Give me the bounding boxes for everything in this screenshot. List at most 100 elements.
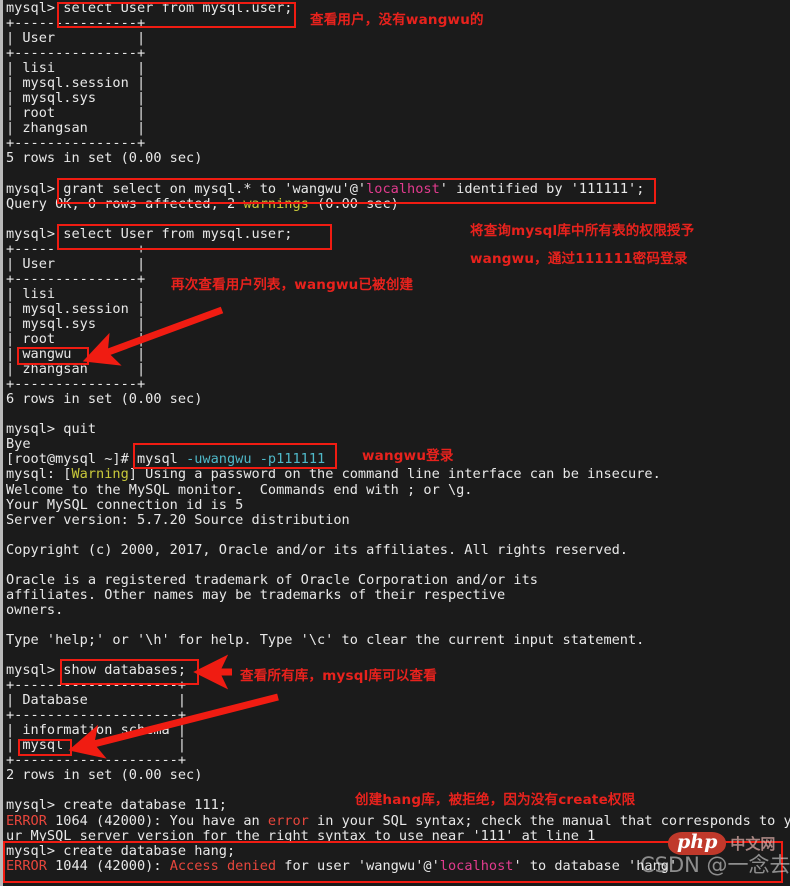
terminal-line: +---------------+ [6, 377, 790, 392]
terminal-line: | information_schema | [6, 723, 790, 738]
terminal-text: +--------------------+ [6, 707, 187, 724]
terminal-text: Copyright (c) 2000, 2017, Oracle and/or … [6, 541, 628, 558]
php-logo-badge: php [668, 832, 727, 855]
terminal-text: -uwangwu -p111111 [186, 451, 326, 468]
terminal-text: | lisi | [6, 60, 146, 77]
terminal-line: affiliates. Other names may be trademark… [6, 586, 790, 603]
terminal-line: +--------------------+ [6, 708, 790, 723]
terminal-line: | mysql | [6, 738, 790, 753]
terminal-text: mysql> create database 111; [6, 797, 227, 814]
terminal-text: for user 'wangwu'@' [276, 857, 440, 874]
terminal-text: 1044 (42000): [46, 857, 170, 874]
terminal-text: | mysql.sys | [6, 90, 146, 107]
terminal-line: | lisi | [6, 61, 790, 76]
terminal-text: +---------------+ [6, 270, 146, 287]
terminal-text: mysql> show databases; [6, 662, 187, 679]
terminal-text: Oracle is a registered trademark of Orac… [6, 571, 538, 588]
terminal-text: +---------------+ [6, 15, 146, 32]
terminal-text: 1064 (42000): You have an [46, 812, 268, 829]
terminal-text: mysql> select User from mysql.user; [6, 225, 293, 242]
terminal-line: | zhangsan | [6, 121, 790, 136]
terminal-line: Welcome to the MySQL monitor. Commands e… [6, 481, 790, 498]
terminal-line: Oracle is a registered trademark of Orac… [6, 571, 790, 588]
terminal-text: Welcome to the MySQL monitor. Commands e… [6, 481, 473, 498]
terminal-text: Access denied [169, 857, 277, 874]
annotation-view-users: 查看用户，没有wangwu的 [310, 12, 484, 28]
php-logo-text: 中文网 [730, 834, 776, 853]
terminal-text: error [267, 812, 309, 829]
terminal-text: | wangwu | [6, 346, 146, 363]
terminal-line: Type 'help;' or '\h' for help. Type '\c'… [6, 631, 790, 648]
terminal-text: (0.00 sec) [308, 195, 399, 212]
terminal-text: Query OK, 0 rows affected, 2 [6, 195, 244, 212]
terminal-text: | root | [6, 105, 146, 122]
terminal-text: Warning [71, 466, 129, 483]
annotation-create-denied: 创建hang库，被拒绝，因为没有create权限 [355, 792, 636, 808]
terminal-line: Copyright (c) 2000, 2017, Oracle and/or … [6, 541, 790, 558]
terminal-text: 5 rows in set (0.00 sec) [6, 150, 203, 167]
annotation-grant-line2: wangwu，通过111111密码登录 [470, 251, 688, 267]
terminal-text: mysql> select User from mysql.user; [6, 0, 293, 16]
terminal-line: owners. [6, 601, 790, 618]
terminal-text: | Database | [6, 692, 187, 709]
terminal-text: localhost [439, 857, 514, 874]
terminal-text: mysql> grant select on mysql.* to 'wangw… [6, 180, 367, 197]
terminal-line: | root | [6, 106, 790, 121]
terminal-text: localhost [366, 180, 440, 197]
terminal-text: 2 rows in set (0.00 sec) [6, 767, 203, 784]
terminal-line: | Database | [6, 693, 790, 708]
terminal-text: Your MySQL connection id is 5 [6, 496, 244, 513]
terminal-line: ERROR 1064 (42000): You have an error in… [6, 812, 790, 829]
terminal-text: Bye [6, 436, 31, 453]
terminal-text: mysql: [ [6, 466, 72, 483]
terminal-text: Type 'help;' or '\h' for help. Type '\c'… [6, 631, 645, 648]
annotation-show-databases: 查看所有库，mysql库可以查看 [240, 668, 437, 684]
terminal-screenshot: mysql> select User from mysql.user; +----… [0, 0, 790, 886]
terminal-line: | mysql.sys | [6, 315, 790, 332]
terminal-text: +--------------------+ [6, 677, 187, 694]
terminal-text: | User | [6, 255, 146, 272]
terminal-text: | zhangsan | [6, 361, 146, 378]
terminal-text: +---------------+ [6, 45, 146, 62]
terminal-line: mysql> grant select on mysql.* to 'wangw… [6, 180, 790, 197]
terminal-line: | wangwu | [6, 347, 790, 362]
terminal-text: ' identified by '111111'; [439, 180, 645, 197]
terminal-line: mysql: [Warning] Using a password on the… [6, 467, 790, 482]
terminal-text: affiliates. Other names may be trademark… [6, 586, 506, 603]
terminal-line: 5 rows in set (0.00 sec) [6, 151, 790, 166]
terminal-line: | User | [6, 31, 790, 46]
terminal-text: [root@mysql ~]# mysql [6, 451, 187, 468]
terminal-line: Query OK, 0 rows affected, 2 warnings (0… [6, 195, 790, 212]
terminal-text: | zhangsan | [6, 120, 146, 137]
terminal-text: | User | [6, 30, 146, 47]
terminal-text: | mysql | [6, 737, 187, 754]
terminal-line: 2 rows in set (0.00 sec) [6, 768, 790, 783]
terminal-text: | mysql.sys | [6, 315, 146, 332]
terminal-text: +--------------------+ [6, 752, 187, 769]
terminal-line: mysql> quit [6, 422, 790, 437]
terminal-line: | mysql.sys | [6, 91, 790, 106]
annotation-user-created: 再次查看用户列表，wangwu已被创建 [171, 277, 414, 293]
terminal-text: | mysql.session | [6, 75, 146, 92]
terminal-text: owners. [6, 601, 64, 618]
terminal-line: | root | [6, 332, 790, 347]
terminal-line: 6 rows in set (0.00 sec) [6, 392, 790, 407]
terminal-text: +---------------+ [6, 135, 146, 152]
terminal-line: Your MySQL connection id is 5 [6, 496, 790, 513]
terminal-text: mysql> create database hang; [6, 842, 236, 859]
terminal-text: mysql> quit [6, 421, 97, 438]
terminal-line: +--------------------+ [6, 753, 790, 768]
terminal-text: | information_schema | [6, 722, 187, 739]
terminal-line: | mysql.session | [6, 76, 790, 91]
terminal-text: ERROR [6, 812, 47, 829]
terminal-text: ] Using a password on the command line i… [128, 466, 661, 483]
terminal-line: Server version: 5.7.20 Source distributi… [6, 512, 790, 528]
terminal-text: 6 rows in set (0.00 sec) [6, 391, 203, 408]
terminal-text: ur MySQL server version for the right sy… [6, 827, 596, 844]
